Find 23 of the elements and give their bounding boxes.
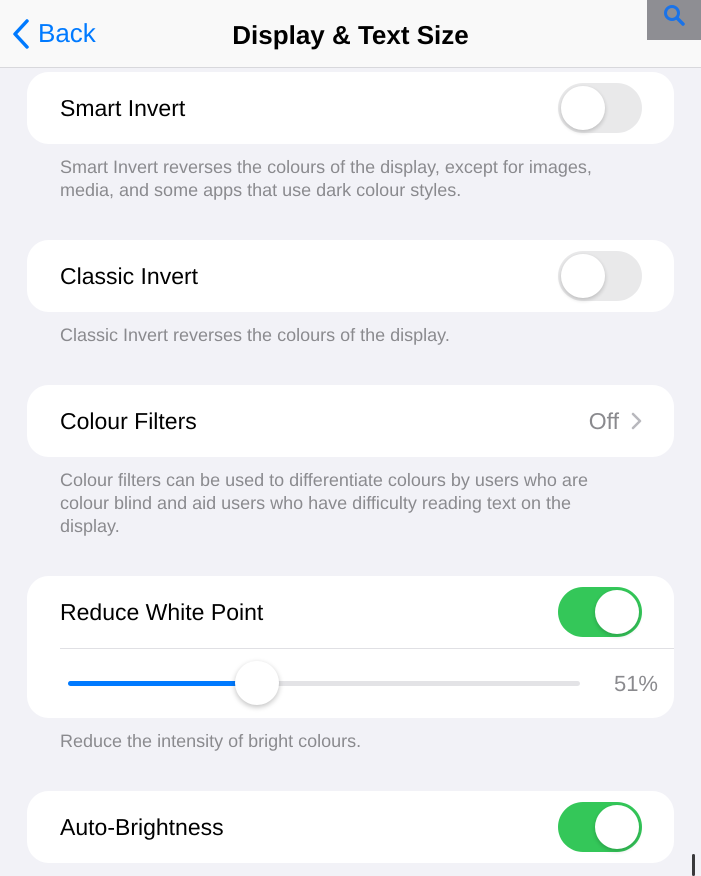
footer-description: Reduce the intensity of bright colours. xyxy=(59,730,362,753)
row-value: Off xyxy=(588,406,619,436)
slider-value: 51% xyxy=(614,670,658,698)
footer-description: Smart Invert reverses the colours of the display, except for images, media, and some apps that use dark colour styles. xyxy=(59,156,593,202)
search-button[interactable] xyxy=(647,0,701,40)
toggle-switch[interactable] xyxy=(558,251,642,301)
row-label: Reduce White Point xyxy=(60,598,264,627)
footer-description: Colour filters can be used to differentiate colours by users who are colour blind and aid users who have difficulty reading text on the display. xyxy=(59,469,589,538)
scroll-indicator xyxy=(692,854,695,876)
toggle-switch[interactable] xyxy=(558,802,642,852)
chevron-right-icon xyxy=(631,412,642,430)
row-label: Smart Invert xyxy=(60,94,186,123)
row-label: Classic Invert xyxy=(60,262,198,291)
toggle-switch[interactable] xyxy=(558,83,642,133)
page-title: Display & Text Size xyxy=(232,19,469,52)
slider-thumb[interactable] xyxy=(235,661,280,705)
back-button[interactable]: Back xyxy=(12,14,96,53)
row-label: Colour Filters xyxy=(60,406,197,436)
chevron-left-icon xyxy=(12,18,30,50)
search-icon xyxy=(663,4,685,26)
row-label: Auto-Brightness xyxy=(60,812,224,842)
footer-description: Classic Invert reverses the colours of the display. xyxy=(59,324,451,347)
toggle-switch[interactable] xyxy=(558,587,642,637)
